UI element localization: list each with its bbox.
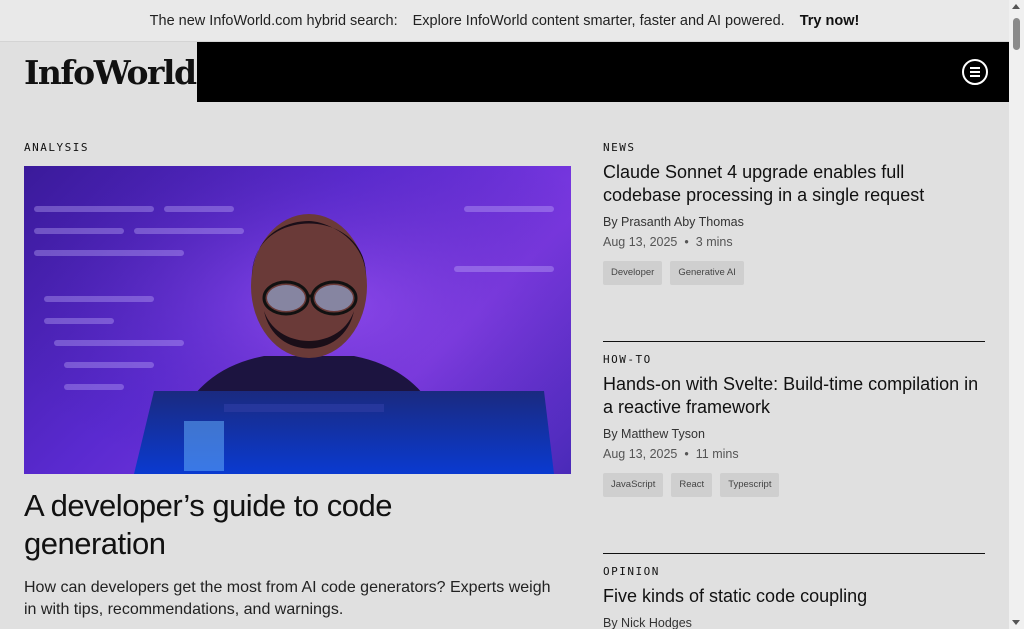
story-byline[interactable]: By Matthew Tyson [603, 427, 985, 441]
tag-generative-ai[interactable]: Generative AI [670, 261, 744, 285]
story-byline[interactable]: By Prasanth Aby Thomas [603, 215, 985, 229]
tag-typescript[interactable]: Typescript [720, 473, 780, 497]
story-kicker[interactable]: OPINION [603, 565, 985, 578]
story-meta: Aug 13, 2025 • 11 mins [603, 447, 985, 461]
story-read-time: 11 mins [695, 447, 739, 461]
story-card: HOW-TO Hands-on with Svelte: Build-time … [603, 353, 985, 497]
story-tags: JavaScript React Typescript [603, 473, 985, 497]
feature-headline[interactable]: A developer’s guide to code generation [24, 487, 524, 563]
feature-image[interactable] [24, 166, 571, 474]
story-divider [603, 341, 985, 342]
scrollbar-thumb[interactable] [1013, 18, 1020, 50]
story-kicker[interactable]: HOW-TO [603, 353, 985, 366]
story-byline[interactable]: By Nick Hodges [603, 616, 985, 629]
feature-dek: How can developers get the most from AI … [24, 579, 551, 618]
page-scrollbar[interactable] [1009, 0, 1024, 629]
try-now-link[interactable]: Try now! [800, 13, 860, 29]
story-date: Aug 13, 2025 [603, 235, 678, 249]
logo-container[interactable]: InfoWorld [0, 42, 197, 102]
story-meta: Aug 13, 2025 • 3 mins [603, 235, 985, 249]
promo-banner: The new InfoWorld.com hybrid search: Exp… [0, 0, 1009, 42]
story-divider [603, 553, 985, 554]
site-header: InfoWorld [0, 42, 1009, 102]
story-headline[interactable]: Claude Sonnet 4 upgrade enables full cod… [603, 161, 985, 207]
story-date: Aug 13, 2025 [603, 447, 678, 461]
story-headline[interactable]: Hands-on with Svelte: Build-time compila… [603, 373, 985, 419]
story-card: OPINION Five kinds of static code coupli… [603, 565, 985, 629]
site-logo[interactable]: InfoWorld [24, 53, 197, 92]
menu-circle-icon[interactable] [962, 59, 988, 85]
scroll-down-arrow-icon[interactable] [1012, 620, 1020, 625]
tag-react[interactable]: React [671, 473, 713, 497]
developer-photo-illustration [24, 166, 571, 474]
banner-lead: The new InfoWorld.com hybrid search: [149, 12, 398, 29]
feature-kicker[interactable]: ANALYSIS [24, 141, 89, 154]
story-kicker[interactable]: NEWS [603, 141, 985, 154]
story-tags: Developer Generative AI [603, 261, 985, 285]
separator-dot: • [684, 235, 689, 249]
story-read-time: 3 mins [695, 235, 733, 249]
story-card: NEWS Claude Sonnet 4 upgrade enables ful… [603, 141, 985, 285]
tag-javascript[interactable]: JavaScript [603, 473, 664, 497]
separator-dot: • [684, 447, 689, 461]
tag-developer[interactable]: Developer [603, 261, 663, 285]
banner-text: Explore InfoWorld content smarter, faste… [412, 12, 785, 29]
scroll-up-arrow-icon[interactable] [1012, 4, 1020, 9]
story-headline[interactable]: Five kinds of static code coupling [603, 585, 985, 608]
